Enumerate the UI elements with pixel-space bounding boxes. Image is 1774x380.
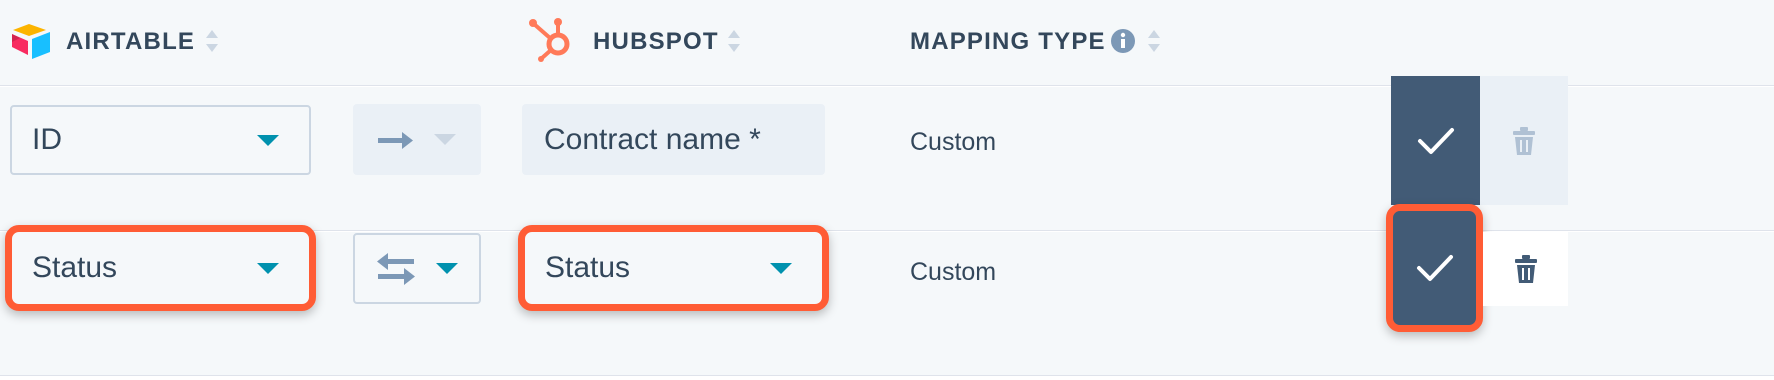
delete-mapping-button[interactable]: [1483, 232, 1568, 306]
two-way-arrows-icon: [377, 252, 415, 285]
sync-direction-select[interactable]: [353, 233, 481, 304]
airtable-column-label: AIRTABLE: [66, 28, 196, 55]
trash-icon: [1513, 126, 1535, 155]
sort-icon[interactable]: [726, 26, 742, 56]
chevron-down-icon: [436, 263, 458, 274]
sort-icon[interactable]: [1146, 26, 1162, 56]
chevron-down-icon: [770, 262, 792, 274]
checkmark-icon: [1416, 255, 1453, 281]
airtable-field-value: ID: [32, 123, 62, 156]
mapping-type-value: Custom: [910, 258, 997, 286]
trash-icon: [1514, 255, 1537, 283]
airtable-logo-icon: [12, 24, 50, 59]
chevron-down-icon: [257, 262, 279, 274]
airtable-field-select[interactable]: Status: [5, 225, 316, 311]
airtable-field-value: Status: [32, 251, 118, 284]
hubspot-field-value: Status: [545, 251, 631, 284]
mapping-type-column-label: MAPPING TYPE: [910, 28, 1106, 55]
info-icon[interactable]: [1110, 28, 1136, 54]
airtable-field-select[interactable]: ID: [10, 105, 311, 175]
hubspot-field-value: Contract name *: [544, 122, 761, 156]
hubspot-column-label: HUBSPOT: [593, 28, 719, 55]
chevron-down-icon: [434, 134, 456, 145]
hubspot-field-readonly: Contract name *: [522, 104, 825, 175]
sync-direction-select: [353, 104, 481, 175]
arrow-right-icon: [378, 131, 413, 149]
chevron-down-icon: [257, 134, 279, 146]
sort-icon[interactable]: [204, 26, 220, 56]
hubspot-logo-icon: [529, 18, 570, 62]
hubspot-field-select[interactable]: Status: [518, 225, 829, 311]
table-header: [0, 0, 1774, 86]
mapping-type-value: Custom: [910, 128, 997, 156]
delete-mapping-button: [1480, 76, 1568, 205]
save-mapping-button[interactable]: [1386, 204, 1483, 332]
save-mapping-button[interactable]: [1391, 76, 1480, 205]
checkmark-icon: [1417, 127, 1454, 154]
